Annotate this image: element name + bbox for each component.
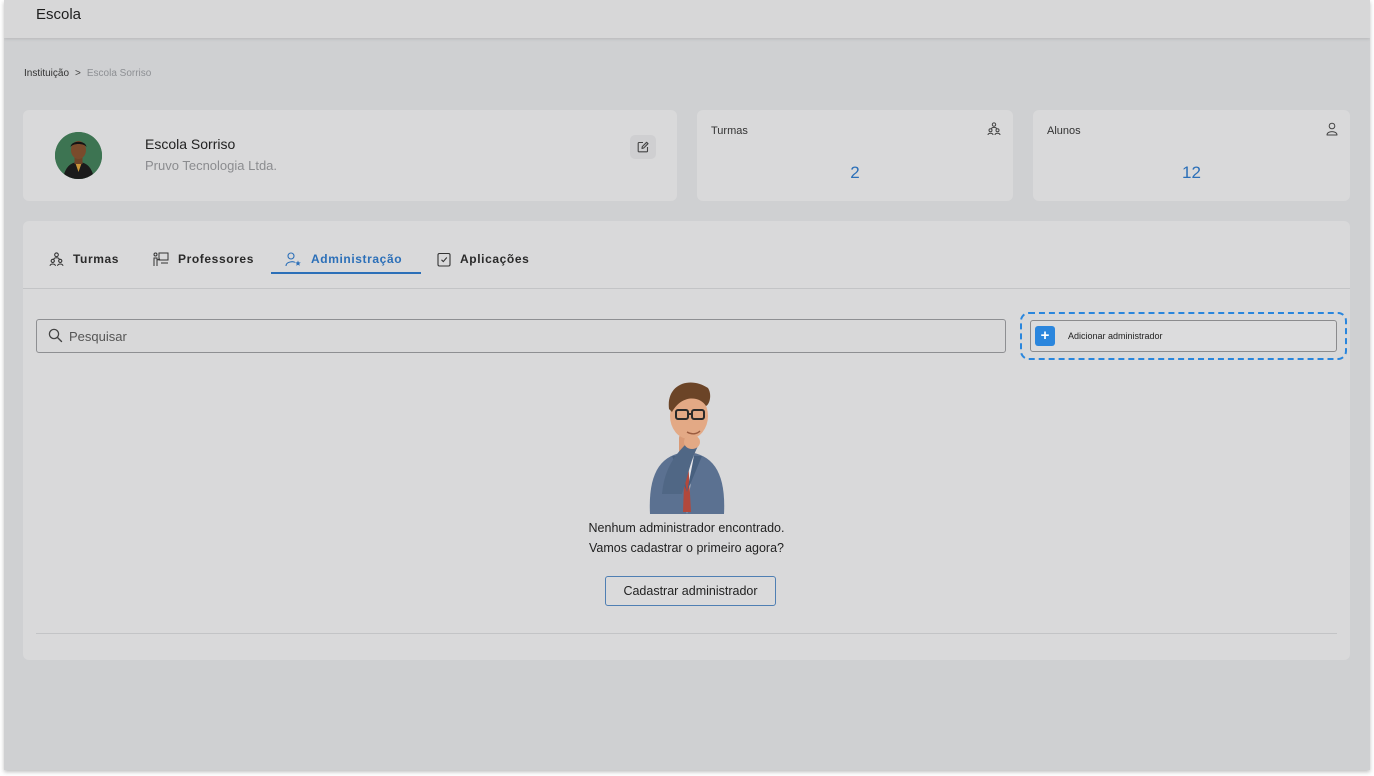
school-avatar	[55, 132, 102, 179]
alunos-stat-card: Alunos 12	[1033, 110, 1350, 201]
divider	[36, 633, 1337, 634]
tab-professores-label: Professores	[178, 252, 254, 266]
empty-state-message: Nenhum administrador encontrado.	[588, 521, 785, 535]
school-organization: Pruvo Tecnologia Ltda.	[145, 158, 278, 173]
search-box	[36, 319, 1006, 353]
search-input[interactable]	[69, 320, 989, 352]
thinking-man-illustration	[649, 382, 725, 514]
breadcrumb-separator: >	[75, 68, 81, 79]
alunos-stat-value: 12	[1182, 163, 1201, 182]
top-bar: Escola	[4, 0, 1370, 38]
group-icon	[987, 122, 1001, 136]
tab-administracao-label: Administração	[311, 252, 403, 266]
tab-aplicacoes-label: Aplicações	[460, 252, 530, 266]
search-icon	[48, 328, 63, 343]
tab-bar: Turmas Professores Administração Aplicaç…	[23, 221, 1350, 289]
breadcrumb-current: Escola Sorriso	[86, 68, 152, 79]
edit-icon	[637, 141, 649, 153]
app-title: Escola	[36, 6, 82, 23]
active-tab-indicator	[271, 272, 421, 274]
add-admin-highlight: + Adicionar administrador	[1020, 312, 1347, 360]
add-admin-label: Adicionar administrador	[1068, 331, 1163, 341]
tab-professores[interactable]: Professores	[153, 244, 254, 274]
breadcrumb: Instituição > Escola Sorriso	[24, 68, 151, 79]
tab-turmas-label: Turmas	[73, 252, 120, 266]
user-star-icon	[285, 251, 301, 266]
app-window: Escola Instituição > Escola Sorriso Escola…	[4, 0, 1370, 770]
school-card: Escola Sorriso Pruvo Tecnologia Ltda.	[23, 110, 677, 201]
main-panel: Turmas Professores Administração Aplicaç…	[23, 221, 1350, 660]
presentation-board-icon	[153, 252, 169, 266]
add-admin-button[interactable]: + Adicionar administrador	[1030, 320, 1337, 352]
tab-turmas[interactable]: Turmas	[49, 244, 119, 274]
group-icon	[49, 251, 64, 266]
breadcrumb-root[interactable]: Instituição	[24, 68, 69, 79]
school-name: Escola Sorriso	[145, 136, 236, 152]
edit-school-button[interactable]	[630, 135, 656, 159]
turmas-stat-card: Turmas 2	[697, 110, 1013, 201]
register-admin-button[interactable]: Cadastrar administrador	[605, 576, 776, 606]
avatar-portrait-icon	[55, 132, 102, 179]
tab-administracao[interactable]: Administração	[285, 244, 402, 274]
tab-aplicacoes[interactable]: Aplicações	[437, 244, 529, 274]
empty-state-prompt: Vamos cadastrar o primeiro agora?	[589, 541, 784, 555]
turmas-stat-value: 2	[850, 163, 860, 182]
checklist-icon	[437, 252, 451, 267]
user-icon	[1326, 122, 1338, 136]
alunos-stat-label: Alunos	[1047, 125, 1081, 137]
turmas-stat-label: Turmas	[711, 125, 748, 137]
plus-icon: +	[1035, 326, 1055, 346]
